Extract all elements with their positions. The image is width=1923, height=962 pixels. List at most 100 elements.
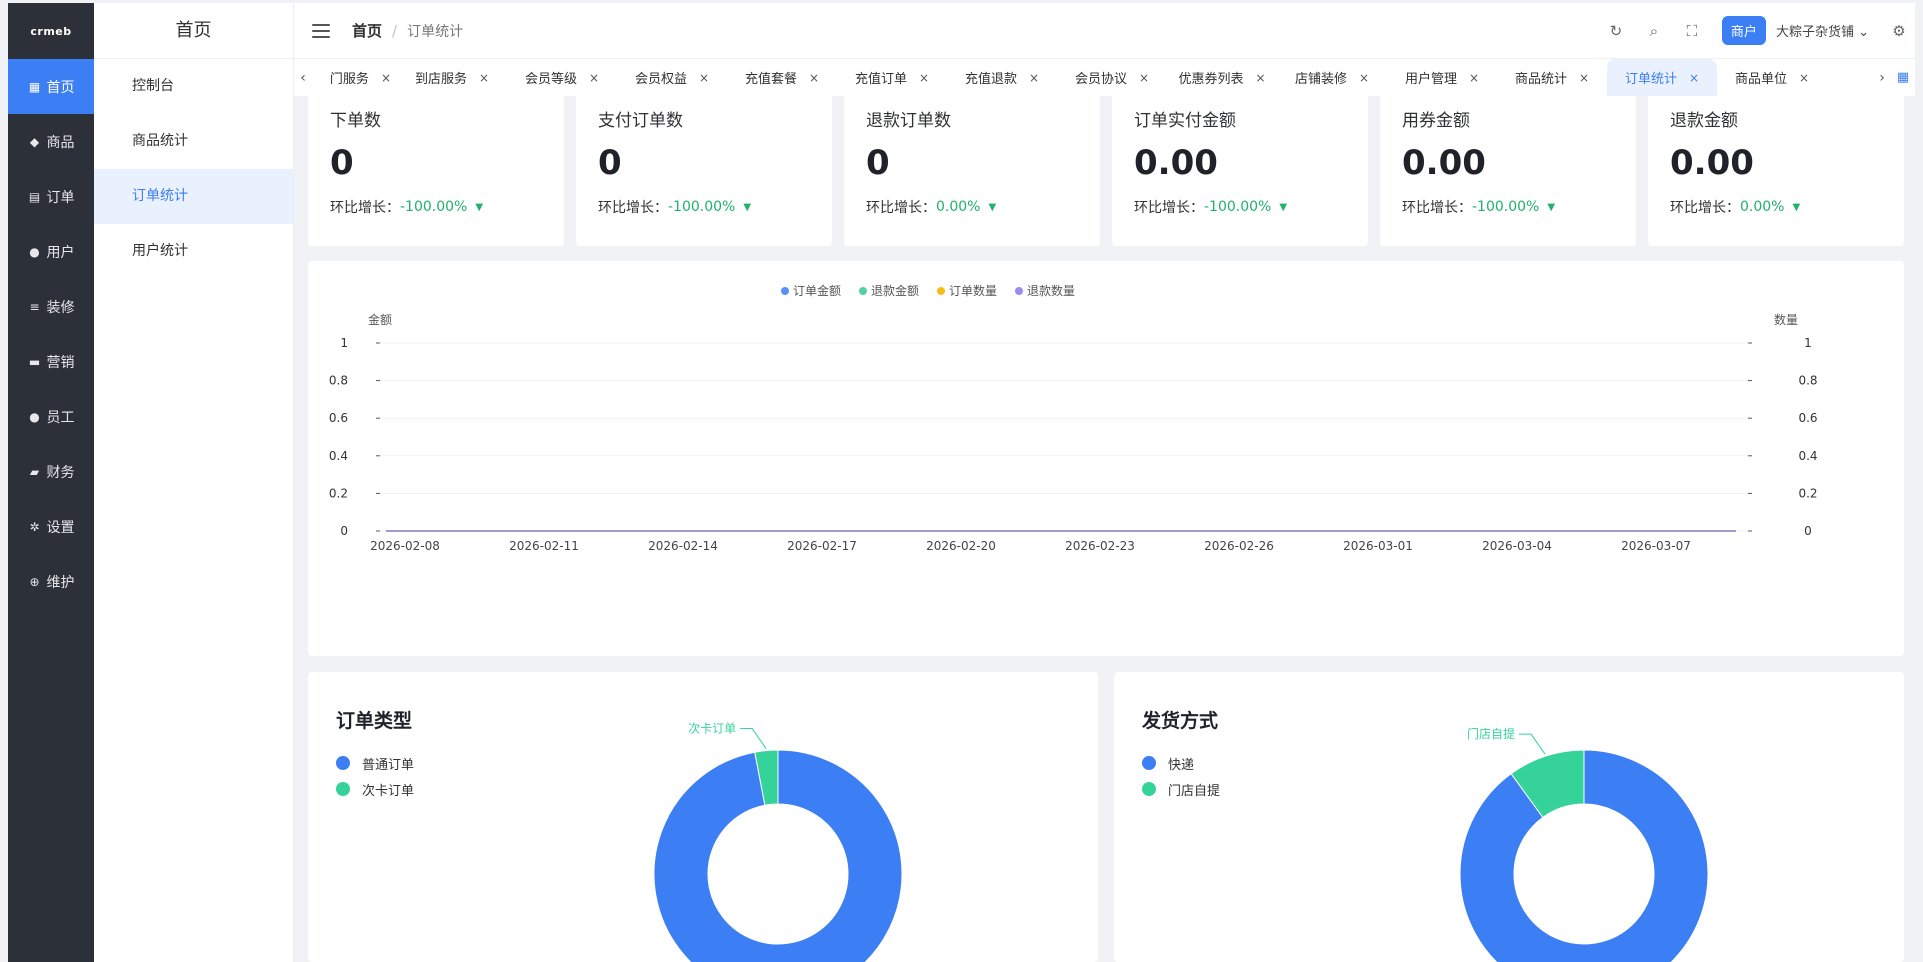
close-icon[interactable]: × <box>1029 71 1039 85</box>
rail-item-label: 订单 <box>46 189 75 206</box>
legend-item[interactable]: 退款数量 <box>1015 283 1075 298</box>
stat-card: 退款金额 0.00 环比增长： 0.00% ▼ <box>1648 96 1904 246</box>
order-trend-svg: 订单金额 退款金额 订单数量 退款数量金额 数量 0 0 0.2 0.2 0.4 0.4 0.6 0.6… <box>329 283 1818 553</box>
tab-0[interactable]: 门服务 × <box>312 59 397 96</box>
order-type-donut: 次卡订单 <box>653 722 903 962</box>
main-nav-rail: crmeb ▦ 首页 ◆ 商品 ▤ 订单 ● 用户 ≡ 装修 ▬ 营销 ● 员工 ▰ 财务 ✲ 设置 ⊕ 维护 <box>8 3 94 962</box>
tab-6[interactable]: 充值退款 × <box>947 59 1057 96</box>
pie-callout-label: 次卡订单 <box>688 722 736 736</box>
shop-icon: ▬ <box>28 354 41 369</box>
y-right-tick-label: 0 <box>1804 524 1812 538</box>
close-icon[interactable]: × <box>699 71 709 85</box>
order-trend-chart: 订单金额 退款金额 订单数量 退款数量 金额 数量 0 0 0.2 0.2 0.4 0.4 0.6 0.6… <box>308 261 1904 656</box>
caret-down-icon: ▼ <box>743 201 752 213</box>
close-icon[interactable]: × <box>381 71 391 85</box>
close-icon[interactable]: × <box>1139 71 1149 85</box>
stat-growth: 环比增长： -100.00% ▼ <box>330 197 542 217</box>
y-right-tick-label: 0.4 <box>1798 449 1817 463</box>
stat-card: 退款订单数 0 环比增长： 0.00% ▼ <box>844 96 1100 246</box>
role-badge: 商户 <box>1721 16 1766 45</box>
tab-scroll-right-icon[interactable]: › <box>1873 70 1891 86</box>
growth-percent: 0.00% <box>1740 199 1785 215</box>
close-icon[interactable]: × <box>589 71 599 85</box>
x-tick-label: 2026-03-07 <box>1621 539 1691 553</box>
shop-name-dropdown[interactable]: 大粽子杂货铺 ⌄ <box>1776 21 1869 40</box>
tab-13[interactable]: 商品单位 × <box>1717 59 1827 96</box>
legend-dot <box>781 287 789 295</box>
settings-gear-icon[interactable]: ⚙ <box>1891 23 1907 39</box>
close-icon[interactable]: × <box>1255 71 1265 85</box>
close-icon[interactable]: × <box>919 71 929 85</box>
x-tick-label: 2026-02-14 <box>648 539 718 553</box>
sub-item-1[interactable]: 商品统计 <box>94 114 293 169</box>
refresh-icon[interactable]: ↻ <box>1608 23 1624 39</box>
tab-2[interactable]: 会员等级 × <box>507 59 617 96</box>
sub-item-2[interactable]: 订单统计 <box>94 169 293 224</box>
legend-item[interactable]: 退款金额 <box>859 283 919 298</box>
stat-card: 订单实付金额 0.00 环比增长： -100.00% ▼ <box>1112 96 1368 246</box>
wallet-icon: ▰ <box>29 464 40 479</box>
stat-growth: 环比增长： -100.00% ▼ <box>1402 197 1614 217</box>
y-right-tick-label: 0.8 <box>1798 374 1817 388</box>
close-icon[interactable]: × <box>1359 71 1369 85</box>
tab-3[interactable]: 会员权益 × <box>617 59 727 96</box>
tab-8[interactable]: 优惠券列表 × <box>1167 59 1277 96</box>
tab-label: 充值订单 <box>854 72 907 87</box>
legend-item[interactable]: 订单数量 <box>937 283 997 298</box>
rail-item-label: 营销 <box>46 354 75 371</box>
legend-item[interactable]: 订单金额 <box>781 283 841 298</box>
breadcrumb-home[interactable]: 首页 <box>352 20 382 41</box>
growth-label: 环比增长： <box>866 200 936 216</box>
tab-4[interactable]: 充值套餐 × <box>727 59 837 96</box>
search-icon[interactable]: ⌕ <box>1646 23 1662 39</box>
grid-icon: ▦ <box>28 79 41 94</box>
tab-5[interactable]: 充值订单 × <box>837 59 947 96</box>
rail-item-7[interactable]: ▰ 财务 <box>8 444 94 499</box>
tab-9[interactable]: 店铺装修 × <box>1277 59 1387 96</box>
stat-growth: 环比增长： 0.00% ▼ <box>1670 197 1882 217</box>
sub-sidebar: 首页 控制台 商品统计 订单统计 用户统计 <box>94 3 294 962</box>
rail-item-2[interactable]: ▤ 订单 <box>8 169 94 224</box>
x-tick-label: 2026-02-08 <box>370 539 440 553</box>
rail-item-label: 财务 <box>46 464 75 481</box>
gear-icon: ✲ <box>29 519 40 534</box>
tab-7[interactable]: 会员协议 × <box>1057 59 1167 96</box>
close-icon[interactable]: × <box>1689 71 1699 85</box>
close-icon[interactable]: × <box>1799 71 1809 85</box>
x-tick-label: 2026-02-26 <box>1204 539 1274 553</box>
growth-percent: -100.00% <box>1204 199 1272 215</box>
rail-item-0[interactable]: ▦ 首页 <box>8 59 94 114</box>
tab-10[interactable]: 用户管理 × <box>1387 59 1497 96</box>
close-icon[interactable]: × <box>479 71 489 85</box>
shop-name-label: 大粽子杂货铺 <box>1775 25 1854 40</box>
caret-down-icon: ▼ <box>1279 201 1288 213</box>
tab-scroll-left-icon[interactable]: ‹ <box>294 70 312 86</box>
growth-percent: -100.00% <box>1472 199 1540 215</box>
sub-item-3[interactable]: 用户统计 <box>94 224 293 279</box>
rail-item-1[interactable]: ◆ 商品 <box>8 114 94 169</box>
growth-label: 环比增长： <box>1670 200 1740 216</box>
y-left-tick-label: 0.4 <box>329 449 348 463</box>
rail-item-6[interactable]: ● 员工 <box>8 389 94 444</box>
tab-12[interactable]: 订单统计 × <box>1607 59 1717 96</box>
tab-menu-grid-icon[interactable]: ▦ <box>1891 70 1915 85</box>
stat-label: 支付订单数 <box>598 111 683 131</box>
y-left-tick-label: 0 <box>340 524 348 538</box>
stat-value: 0 <box>330 143 354 183</box>
rail-item-9[interactable]: ⊕ 维护 <box>8 554 94 609</box>
rail-item-3[interactable]: ● 用户 <box>8 224 94 279</box>
close-icon[interactable]: × <box>809 71 819 85</box>
close-icon[interactable]: × <box>1469 71 1479 85</box>
plus-circle-icon: ⊕ <box>29 574 40 589</box>
fullscreen-icon[interactable]: ⛶ <box>1684 23 1700 39</box>
rail-item-4[interactable]: ≡ 装修 <box>8 279 94 334</box>
tab-11[interactable]: 商品统计 × <box>1497 59 1607 96</box>
rail-item-8[interactable]: ✲ 设置 <box>8 499 94 554</box>
stat-value: 0 <box>598 143 622 183</box>
sub-item-0[interactable]: 控制台 <box>94 59 293 114</box>
growth-percent: 0.00% <box>936 199 981 215</box>
close-icon[interactable]: × <box>1579 71 1589 85</box>
menu-toggle-icon[interactable] <box>312 23 330 38</box>
tab-1[interactable]: 到店服务 × <box>397 59 507 96</box>
rail-item-5[interactable]: ▬ 营销 <box>8 334 94 389</box>
